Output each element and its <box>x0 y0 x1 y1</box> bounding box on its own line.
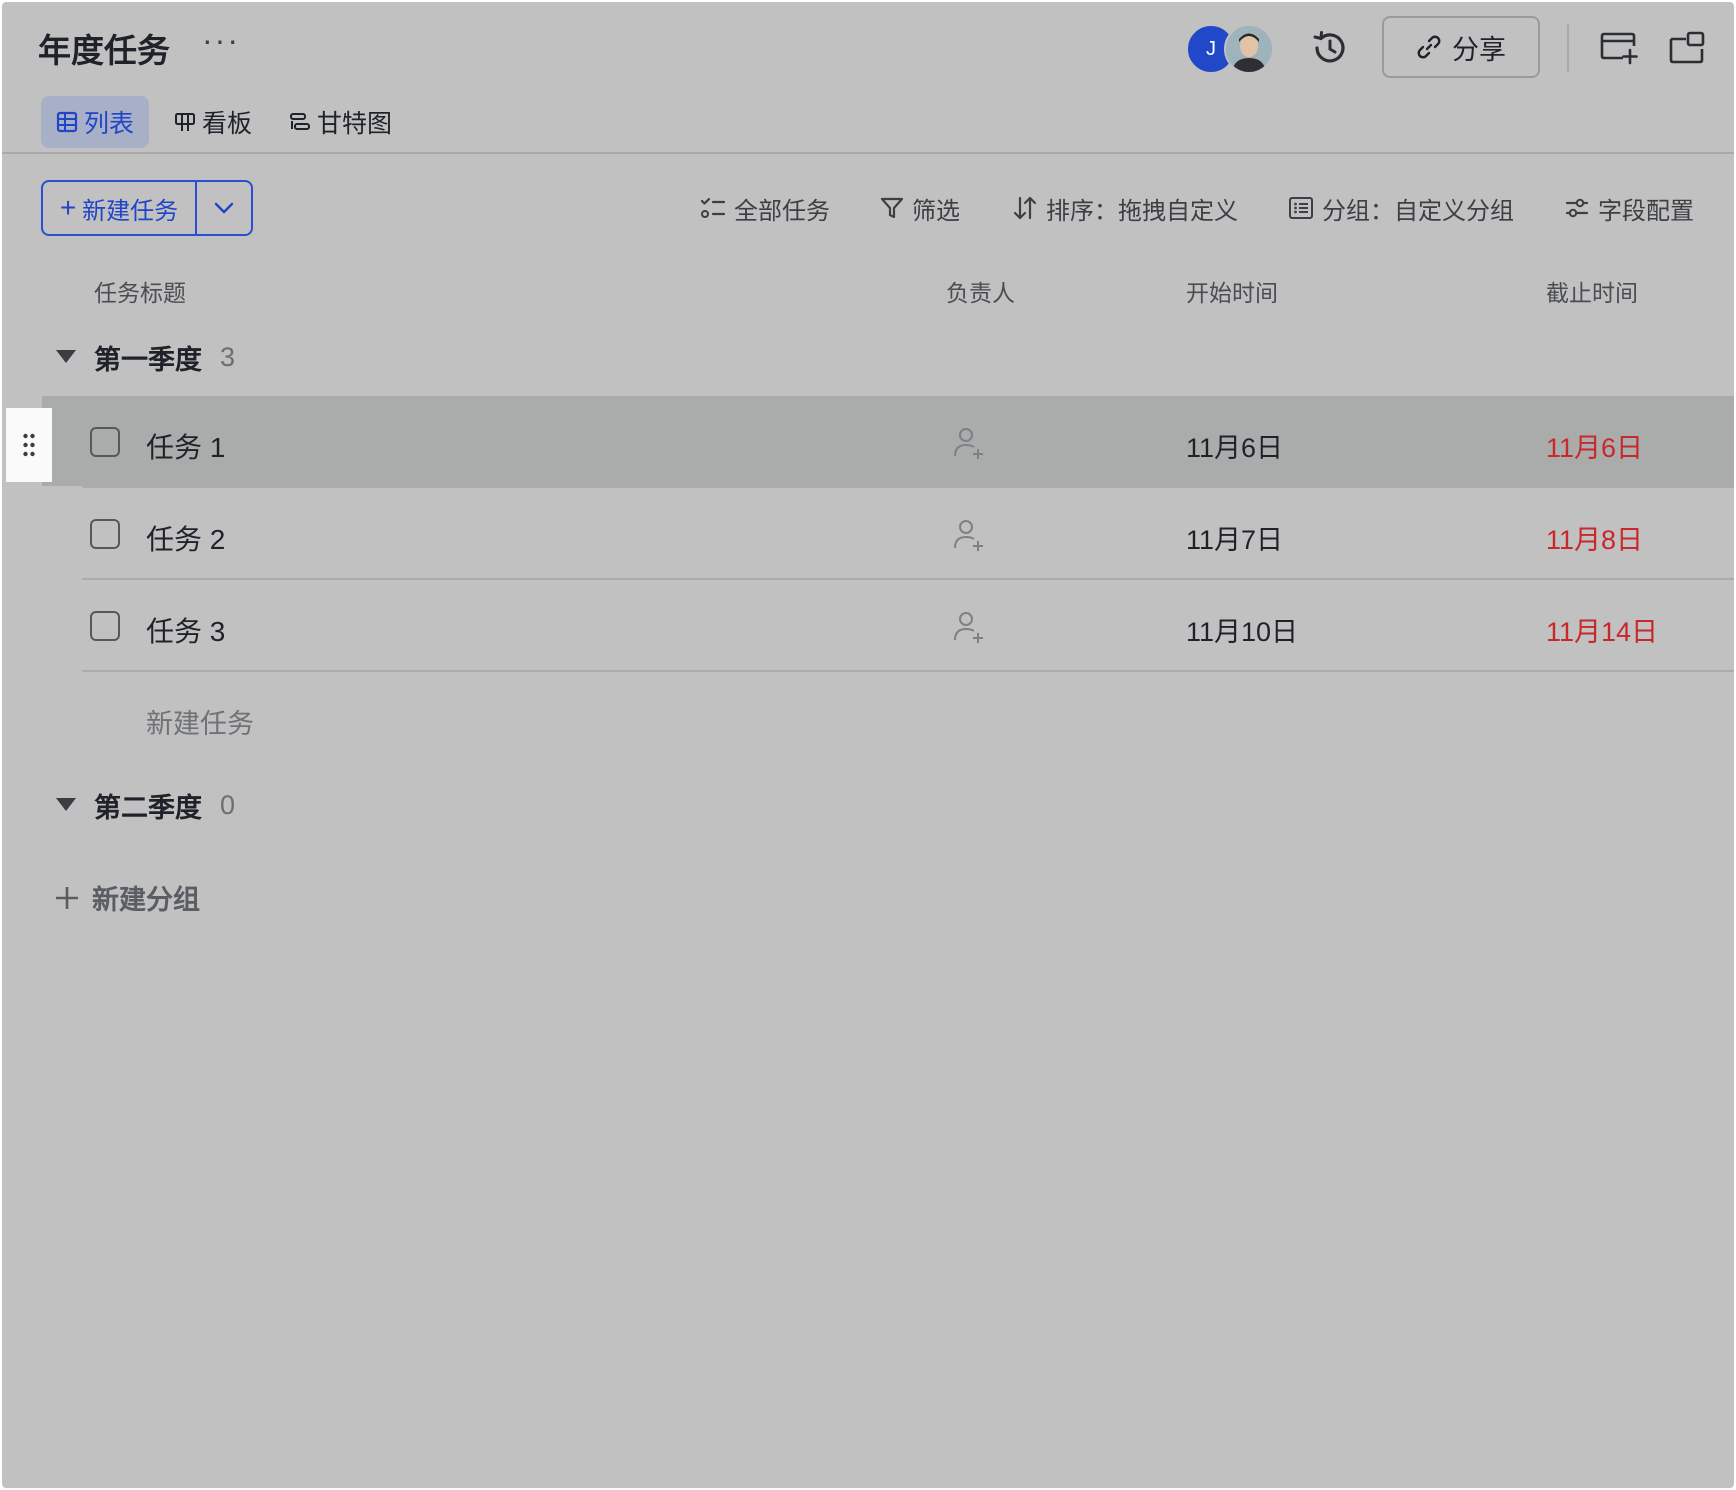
field-config-button[interactable]: 字段配置 <box>1564 190 1694 226</box>
row-divider <box>82 670 1734 672</box>
group-button[interactable]: 分组：自定义分组 <box>1288 190 1514 226</box>
tab-kanban-label: 看板 <box>202 110 253 138</box>
start-date[interactable]: 11月10日 <box>1186 610 1298 649</box>
new-task-split-button: + 新建任务 <box>41 180 253 236</box>
filter-label: 筛选 <box>912 197 960 225</box>
plus-icon <box>56 886 78 909</box>
split-window-icon[interactable] <box>1668 30 1706 66</box>
tab-list[interactable]: 列表 <box>41 96 149 148</box>
group-header[interactable]: 第二季度 0 <box>94 786 235 825</box>
add-assignee-icon[interactable] <box>952 426 986 460</box>
filter-icon <box>880 197 904 219</box>
new-window-icon[interactable] <box>1599 30 1639 66</box>
group-header[interactable]: 第一季度 3 <box>94 338 235 377</box>
new-task-label: 新建任务 <box>82 197 179 225</box>
row-divider <box>82 486 1734 488</box>
task-checkbox[interactable] <box>90 427 120 457</box>
drag-handle-icon[interactable] <box>6 408 52 482</box>
plus-icon: + <box>59 192 77 223</box>
checklist-icon <box>700 197 726 218</box>
sort-icon <box>1013 196 1037 220</box>
column-header-assignee[interactable]: 负责人 <box>946 274 1015 308</box>
group-list-icon <box>1289 197 1313 219</box>
start-date[interactable]: 11月6日 <box>1186 426 1283 465</box>
all-tasks-button[interactable]: 全部任务 <box>700 190 830 226</box>
header-divider <box>1567 24 1569 72</box>
sort-label: 排序：拖拽自定义 <box>1046 197 1238 225</box>
column-header-title[interactable]: 任务标题 <box>94 274 186 308</box>
all-tasks-label: 全部任务 <box>734 197 830 225</box>
task-app-window: 年度任务 ··· J 分享 列表 看板 甘特图 + 新建任务 全部任务 筛选 排… <box>2 2 1734 1488</box>
group-name: 第一季度 <box>94 345 202 375</box>
tab-list-label: 列表 <box>83 110 134 138</box>
table-row[interactable] <box>42 396 1734 486</box>
add-group-button[interactable]: 新建分组 <box>54 878 200 917</box>
add-assignee-icon[interactable] <box>952 518 986 552</box>
column-header-start[interactable]: 开始时间 <box>1186 274 1278 308</box>
add-assignee-icon[interactable] <box>952 610 986 644</box>
settings-sliders-icon <box>1565 198 1589 218</box>
filter-button[interactable]: 筛选 <box>880 190 960 226</box>
row-divider <box>82 578 1734 580</box>
add-task-inline[interactable]: 新建任务 <box>146 702 254 741</box>
chevron-down-icon <box>214 202 234 214</box>
page-title: 年度任务 <box>38 32 170 69</box>
due-date[interactable]: 11月8日 <box>1546 518 1643 557</box>
start-date[interactable]: 11月7日 <box>1186 518 1283 557</box>
task-title[interactable]: 任务 3 <box>146 610 225 650</box>
link-icon <box>1417 35 1441 59</box>
field-config-label: 字段配置 <box>1598 197 1694 225</box>
group-name: 第二季度 <box>94 793 202 823</box>
sort-button[interactable]: 排序：拖拽自定义 <box>1012 190 1238 226</box>
tab-gantt[interactable]: 甘特图 <box>289 96 392 148</box>
task-title[interactable]: 任务 2 <box>146 518 225 558</box>
task-title[interactable]: 任务 1 <box>146 426 225 466</box>
header-divider-line <box>2 152 1734 154</box>
due-date[interactable]: 11月14日 <box>1546 610 1658 649</box>
tab-kanban[interactable]: 看板 <box>174 96 252 148</box>
group-count: 0 <box>220 790 236 820</box>
share-label: 分享 <box>1452 34 1506 65</box>
collapse-triangle-icon[interactable] <box>56 350 76 363</box>
gantt-icon <box>290 113 310 130</box>
more-options-button[interactable]: ··· <box>202 22 240 59</box>
avatar-photo[interactable] <box>1224 24 1274 74</box>
collapse-triangle-icon[interactable] <box>56 798 76 811</box>
kanban-icon <box>175 113 195 131</box>
new-task-button[interactable]: + 新建任务 <box>43 182 197 234</box>
table-icon <box>56 111 78 133</box>
new-task-dropdown-button[interactable] <box>197 182 251 234</box>
due-date[interactable]: 11月6日 <box>1546 426 1643 465</box>
person-photo-icon <box>1226 26 1272 72</box>
group-label: 分组：自定义分组 <box>1322 197 1514 225</box>
tab-gantt-label: 甘特图 <box>317 110 393 138</box>
share-button[interactable]: 分享 <box>1382 16 1540 78</box>
task-checkbox[interactable] <box>90 519 120 549</box>
group-count: 3 <box>220 342 236 372</box>
task-checkbox[interactable] <box>90 611 120 641</box>
column-header-due[interactable]: 截止时间 <box>1546 274 1638 308</box>
add-group-label: 新建分组 <box>92 885 200 915</box>
history-icon[interactable] <box>1310 28 1350 68</box>
